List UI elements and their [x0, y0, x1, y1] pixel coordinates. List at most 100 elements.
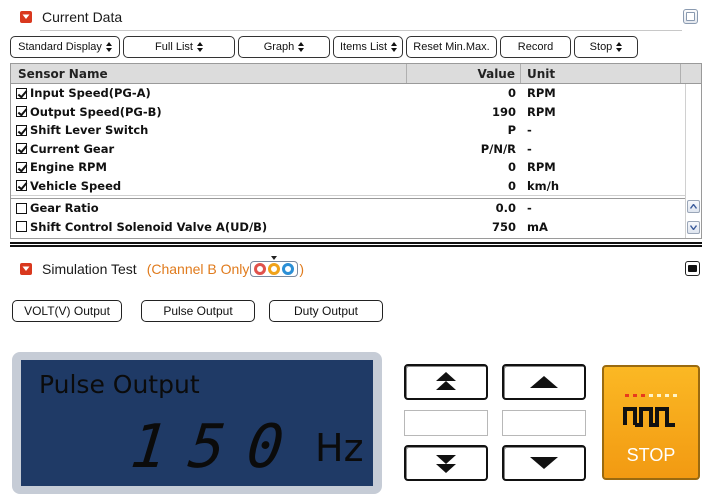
- row-checkbox[interactable]: [16, 221, 27, 233]
- toolbar-button-full-list[interactable]: Full List: [123, 36, 235, 58]
- sensor-unit: RPM: [527, 104, 556, 119]
- toolbar-button-label: Reset Min.Max.: [413, 41, 490, 53]
- toolbar-button-graph[interactable]: Graph: [238, 36, 330, 58]
- scroll-up-button[interactable]: [687, 200, 700, 213]
- current-data-header: Current Data: [0, 6, 122, 28]
- updown-arrows-icon: [391, 42, 397, 52]
- sensor-value: 190: [491, 104, 516, 119]
- row-checkbox[interactable]: [16, 143, 27, 155]
- toolbar-button-standard-display[interactable]: Standard Display: [10, 36, 120, 58]
- sensor-value: P: [507, 123, 516, 138]
- simulation-header: Simulation Test (Channel B Only ): [0, 256, 305, 280]
- chevron-up-icon: [690, 204, 697, 209]
- sensor-name: Vehicle Speed: [30, 178, 122, 193]
- volt-output-button[interactable]: VOLT(V) Output: [12, 300, 122, 322]
- table-row[interactable]: Current Gear P/N/R -: [11, 140, 701, 159]
- toolbar-button-label: Stop: [589, 41, 613, 53]
- sensor-name: Shift Lever Switch: [30, 123, 149, 138]
- toolbar-button-label: Items List: [340, 41, 388, 53]
- toolbar-button-label: Record: [517, 41, 554, 53]
- data-toolbar: Standard Display Full List Graph Items List…: [10, 36, 638, 58]
- duty-output-button[interactable]: Duty Output: [269, 300, 383, 322]
- unselected-rows: Gear Ratio 0.0- Shift Control Solenoid Val…: [11, 199, 701, 236]
- double-up-arrow-icon: [436, 372, 456, 390]
- row-checkbox[interactable]: [16, 106, 27, 118]
- display-title: Pulse Output: [39, 370, 200, 399]
- sensor-unit: -: [527, 141, 532, 156]
- table-row[interactable]: Input Speed(PG-A) 0 RPM: [11, 84, 701, 103]
- table-scrollbar[interactable]: [685, 84, 701, 238]
- sensor-value: 750: [491, 219, 516, 234]
- table-row[interactable]: Shift Control Solenoid Valve A(UD/B) 750 m…: [11, 218, 701, 237]
- restore-window-button[interactable]: [683, 9, 698, 24]
- table-header: Sensor Name Value Unit: [11, 64, 701, 84]
- toolbar-button-record[interactable]: Record: [500, 36, 571, 58]
- section-title: Current Data: [42, 9, 123, 25]
- table-row[interactable]: Shift Lever Switch P -: [11, 121, 701, 140]
- sensor-value: 0: [507, 86, 516, 101]
- row-name-cell: Shift Lever Switch: [11, 123, 407, 137]
- toolbar-button-label: Standard Display: [18, 41, 102, 53]
- channel-ring-icon[interactable]: [268, 263, 281, 275]
- output-display: Pulse Output 150 Hz: [12, 352, 382, 494]
- channel-note: (Channel B Only ): [147, 256, 305, 277]
- updown-arrows-icon: [196, 42, 203, 52]
- pulse-output-button[interactable]: Pulse Output: [141, 300, 255, 322]
- chevron-down-icon: [22, 266, 30, 271]
- row-name-cell: Shift Control Solenoid Valve A(UD/B): [11, 220, 407, 234]
- toolbar-button-stop[interactable]: Stop: [574, 36, 638, 58]
- up-arrow-icon: [530, 376, 558, 388]
- channel-selector[interactable]: [250, 256, 299, 277]
- row-checkbox[interactable]: [16, 87, 27, 99]
- scroll-down-button[interactable]: [687, 221, 700, 234]
- toolbar-button-label: Graph: [263, 41, 295, 53]
- sensor-value: 0.0: [495, 201, 516, 216]
- section-splitter[interactable]: [10, 242, 702, 247]
- divider: [40, 30, 682, 31]
- row-checkbox[interactable]: [16, 202, 27, 214]
- updown-arrows-icon: [105, 42, 112, 52]
- sensor-unit: km/h: [527, 178, 560, 193]
- increase-button[interactable]: [502, 364, 586, 400]
- sensor-unit: -: [527, 201, 532, 216]
- table-row[interactable]: Vehicle Speed 0 km/h: [11, 177, 701, 196]
- updown-arrows-icon: [298, 42, 305, 52]
- table-row[interactable]: Engine RPM 0 RPM: [11, 158, 701, 177]
- row-checkbox[interactable]: [16, 124, 27, 136]
- collapse-current-data-button[interactable]: [20, 11, 32, 23]
- header-value[interactable]: Value: [407, 64, 521, 83]
- display-value: 150: [127, 412, 310, 482]
- header-sensor-name[interactable]: Sensor Name: [11, 64, 407, 83]
- step-field-left[interactable]: [404, 410, 488, 436]
- sensor-name: Input Speed(PG-A): [30, 86, 151, 101]
- collapse-simulation-button[interactable]: [20, 263, 32, 275]
- maximize-button[interactable]: [685, 261, 700, 276]
- sensor-name: Engine RPM: [30, 160, 107, 175]
- step-field-right[interactable]: [502, 410, 586, 436]
- decrease-button[interactable]: [502, 445, 586, 481]
- sensor-unit: RPM: [527, 160, 556, 175]
- double-down-arrow-icon: [436, 455, 456, 473]
- toolbar-button-label: Full List: [155, 41, 193, 53]
- display-unit: Hz: [315, 426, 364, 470]
- fast-decrease-button[interactable]: [404, 445, 488, 481]
- toolbar-button-reset-min-max[interactable]: Reset Min.Max.: [406, 36, 497, 58]
- row-checkbox[interactable]: [16, 180, 27, 192]
- sensor-name: Output Speed(PG-B): [30, 104, 162, 119]
- fast-increase-button[interactable]: [404, 364, 488, 400]
- toolbar-button-items-list[interactable]: Items List: [333, 36, 403, 58]
- table-row[interactable]: Output Speed(PG-B) 190 RPM: [11, 103, 701, 122]
- row-checkbox[interactable]: [16, 161, 27, 173]
- stop-label: STOP: [626, 445, 676, 465]
- header-unit[interactable]: Unit: [521, 64, 681, 83]
- lcd-panel: Pulse Output 150 Hz: [21, 360, 373, 486]
- row-name-cell: Gear Ratio: [11, 201, 407, 215]
- sensor-value: 0: [507, 160, 516, 175]
- stop-button[interactable]: STOP: [602, 365, 700, 480]
- channel-note-close: ): [299, 261, 305, 277]
- table-row[interactable]: Gear Ratio 0.0-: [11, 199, 701, 218]
- channel-ring-icon[interactable]: [254, 263, 267, 275]
- row-name-cell: Engine RPM: [11, 160, 407, 174]
- channel-ring-icon[interactable]: [282, 263, 295, 275]
- chevron-down-icon: [22, 14, 30, 19]
